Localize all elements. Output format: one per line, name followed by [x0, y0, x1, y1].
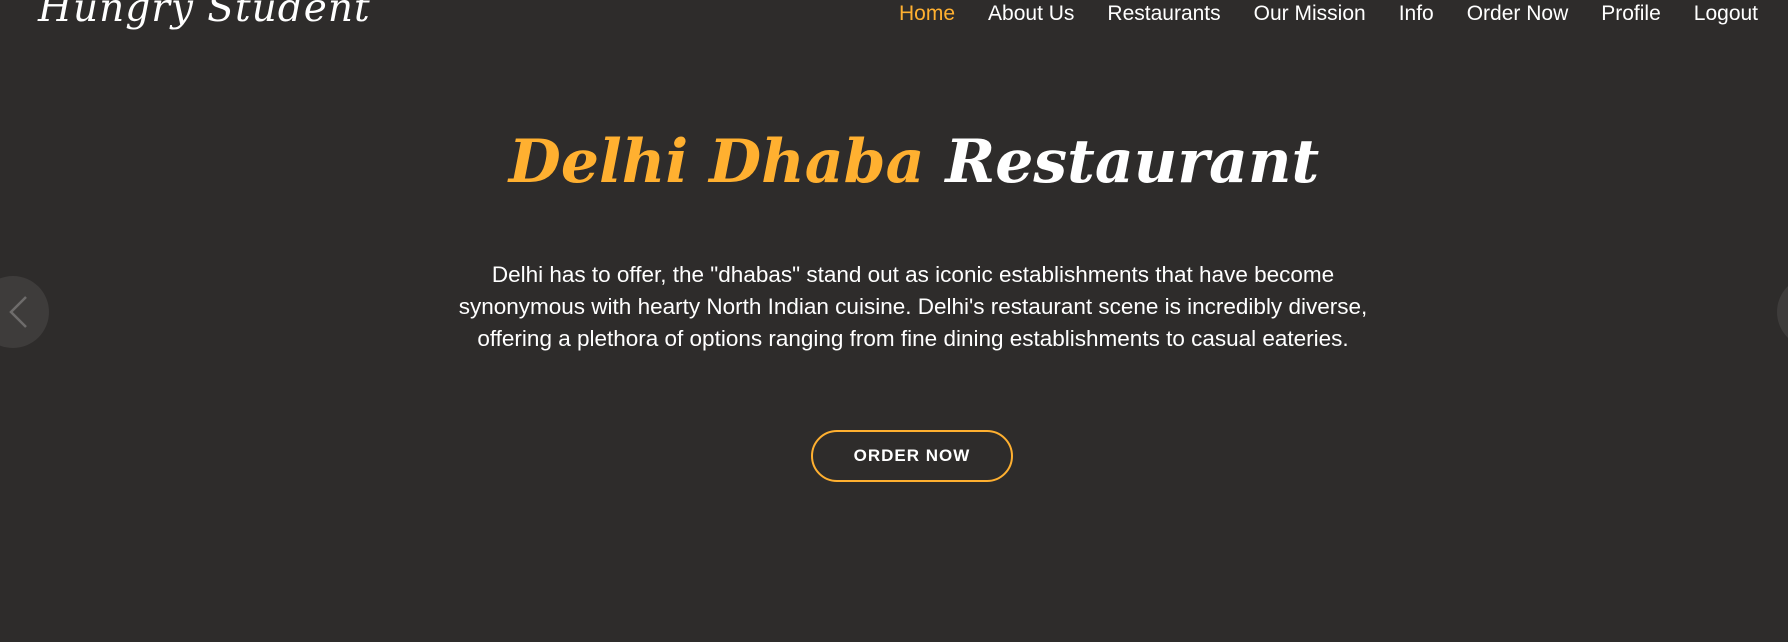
nav-logout[interactable]: Logout	[1694, 3, 1758, 24]
order-now-button[interactable]: ORDER NOW	[811, 430, 1013, 482]
carousel-next-button[interactable]	[1777, 276, 1788, 348]
nav-order-now[interactable]: Order Now	[1467, 3, 1569, 24]
nav-about-us[interactable]: About Us	[988, 3, 1074, 24]
brand-logo[interactable]: Hungry Student	[38, 0, 371, 31]
nav-restaurants[interactable]: Restaurants	[1107, 3, 1220, 24]
carousel-prev-button[interactable]	[0, 276, 49, 348]
page: Hungry Student Home About Us Restaurants…	[0, 0, 1788, 642]
hero-title: Delhi Dhaba Restaurant	[0, 126, 1788, 198]
hero-description: Delhi has to offer, the "dhabas" stand o…	[458, 262, 1368, 351]
nav-profile[interactable]: Profile	[1601, 3, 1661, 24]
chevron-left-icon	[9, 296, 27, 328]
nav-our-mission[interactable]: Our Mission	[1254, 3, 1366, 24]
nav-home[interactable]: Home	[899, 3, 955, 24]
main-nav: Home About Us Restaurants Our Mission In…	[899, 0, 1758, 30]
nav-info[interactable]: Info	[1399, 3, 1434, 24]
hero-title-accent: Delhi Dhaba	[508, 127, 925, 197]
hero-title-rest: Restaurant	[924, 127, 1320, 197]
